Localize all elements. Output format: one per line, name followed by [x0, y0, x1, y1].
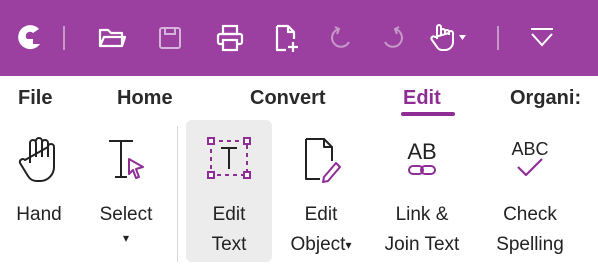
- tab-home[interactable]: Home: [117, 76, 173, 120]
- chevron-down-icon[interactable]: ▾: [345, 238, 351, 252]
- check-spelling-button[interactable]: ABC Check Spelling: [482, 120, 578, 262]
- edit-object-button[interactable]: Edit Object▾: [280, 120, 362, 262]
- undo-icon[interactable]: [324, 0, 360, 76]
- redo-icon[interactable]: [374, 0, 410, 76]
- tab-organize[interactable]: Organi:: [510, 76, 581, 120]
- chevron-down-icon[interactable]: ▾: [100, 230, 153, 246]
- active-tab-indicator: [401, 112, 455, 116]
- new-document-icon[interactable]: [266, 0, 306, 76]
- toolbar-separator: [63, 26, 65, 50]
- check-spelling-icon: ABC: [500, 130, 560, 188]
- print-icon[interactable]: [210, 0, 250, 76]
- edit-object-label-line2: Object: [290, 234, 346, 256]
- select-label: Select: [99, 204, 153, 225]
- spelling-icon-text: ABC: [511, 139, 548, 159]
- ribbon-tabs: File Home Convert Edit Organi:: [0, 76, 598, 120]
- hand-button[interactable]: Hand: [2, 120, 76, 262]
- check-spelling-label-line1: Check: [503, 204, 557, 225]
- quick-access-toolbar: [0, 0, 598, 76]
- edit-text-button[interactable]: Edit Text: [186, 120, 272, 262]
- check-spelling-label-line2: Spelling: [496, 234, 564, 255]
- app-logo-icon[interactable]: [8, 0, 52, 76]
- select-button[interactable]: Select ▾: [86, 120, 166, 262]
- edit-text-label-line2: Text: [211, 234, 247, 255]
- ribbon-panel: Hand Select ▾ Edit Text Edit Object▾ AB …: [0, 120, 598, 269]
- edit-text-icon: [205, 130, 253, 188]
- tab-convert[interactable]: Convert: [250, 76, 326, 120]
- toolbar-separator: [497, 26, 499, 50]
- tab-file[interactable]: File: [18, 76, 52, 120]
- link-join-icon-text: AB: [407, 139, 436, 164]
- edit-object-icon: [297, 130, 345, 188]
- edit-text-label-line1: Edit: [212, 204, 246, 225]
- link-join-label-line2: Join Text: [384, 234, 460, 255]
- save-icon[interactable]: [152, 0, 188, 76]
- select-text-icon: [102, 130, 150, 188]
- hand-tool-icon[interactable]: [424, 0, 480, 76]
- open-folder-icon[interactable]: [92, 0, 132, 76]
- link-join-text-icon: AB: [392, 130, 452, 188]
- edit-object-label-line1: Edit: [304, 204, 338, 225]
- link-join-label-line1: Link &: [395, 204, 449, 225]
- hand-label: Hand: [16, 204, 62, 225]
- customize-toolbar-icon[interactable]: [522, 0, 562, 76]
- ribbon-separator: [177, 126, 178, 262]
- hand-icon: [15, 130, 63, 188]
- link-join-text-button[interactable]: AB Link & Join Text: [366, 120, 478, 262]
